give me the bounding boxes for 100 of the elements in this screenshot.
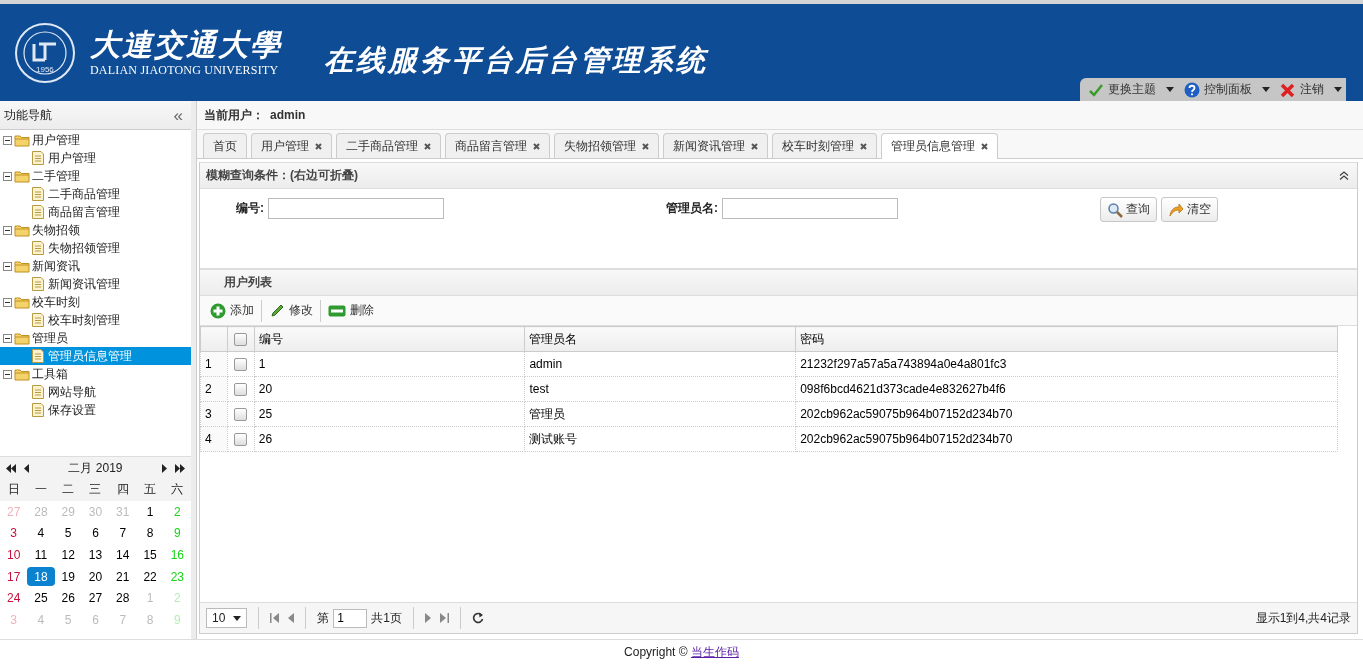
row-checkbox[interactable]	[234, 357, 248, 371]
input-field[interactable]	[268, 198, 444, 219]
calendar-day[interactable]: 5	[54, 522, 82, 545]
collapse-button[interactable]: «	[173, 106, 183, 124]
tree-item[interactable]: 保存设置	[0, 401, 191, 419]
column-header[interactable]: 密码	[795, 326, 1338, 352]
menu-button[interactable]: 注销	[1280, 81, 1342, 98]
table-cell: test	[524, 376, 796, 402]
calendar-day[interactable]: 21	[109, 565, 137, 588]
caret-icon	[1262, 87, 1270, 92]
row-checkbox[interactable]	[234, 432, 248, 446]
query-panel-title: 模糊查询条件：(右边可折叠)	[206, 167, 358, 184]
column-header[interactable]: 编号	[254, 326, 525, 352]
calendar-day[interactable]: 8	[136, 522, 164, 545]
tab[interactable]: 二手商品管理	[336, 133, 441, 158]
clear-button[interactable]: 清空	[1161, 197, 1218, 222]
tree-group[interactable]: 管理员	[0, 329, 191, 347]
table-cell: 202cb962ac59075b964b07152d234b70	[795, 426, 1338, 452]
delete-button[interactable]: 删除	[324, 302, 378, 319]
calendar-day[interactable]: 13	[81, 544, 110, 566]
tree-item[interactable]: 失物招领管理	[0, 239, 191, 257]
footer-link[interactable]: 当生作码	[690, 644, 739, 659]
calendar-day[interactable]: 7	[109, 522, 137, 545]
edit-button[interactable]: 修改	[265, 302, 317, 319]
calendar-day[interactable]: 25	[27, 587, 55, 610]
document-icon	[32, 277, 44, 291]
pagination-summary: 显示1到4,共4记录	[1255, 609, 1351, 627]
calendar-day[interactable]: 10	[0, 544, 28, 566]
tab[interactable]: 新闻资讯管理	[663, 133, 768, 158]
calendar-day[interactable]: 22	[136, 565, 164, 588]
search-icon	[1107, 201, 1123, 218]
select-all-checkbox[interactable]	[234, 332, 248, 346]
page-size-select[interactable]: 10	[206, 608, 248, 628]
tab[interactable]: 管理员信息管理	[881, 133, 998, 159]
collapse-icon	[3, 135, 12, 145]
calendar-day[interactable]: 20	[81, 565, 110, 588]
previous-page-icon[interactable]	[287, 613, 295, 623]
close-icon[interactable]	[424, 142, 431, 150]
calendar-day[interactable]: 3	[0, 522, 28, 545]
row-checkbox[interactable]	[234, 382, 248, 396]
tree-item[interactable]: 网站导航	[0, 383, 191, 401]
close-icon[interactable]	[981, 143, 988, 150]
tree-group[interactable]: 二手管理	[0, 167, 191, 185]
calendar-day[interactable]: 18	[27, 566, 55, 587]
university-name-english: DALIAN JIAOTONG UNIVERSITY	[90, 63, 280, 78]
previous-month-icon[interactable]	[24, 463, 29, 473]
calendar-day[interactable]: 12	[54, 544, 82, 566]
calendar-day[interactable]: 19	[54, 565, 82, 588]
tree-item[interactable]: 商品留言管理	[0, 203, 191, 221]
column-header[interactable]: 管理员名	[524, 326, 796, 352]
calendar-day[interactable]: 24	[0, 587, 28, 610]
table-cell: 21232f297a57a5a743894a0e4a801fc3	[795, 351, 1338, 377]
tree-group[interactable]: 工具箱	[0, 365, 191, 383]
row-checkbox[interactable]	[234, 407, 248, 421]
last-page-icon[interactable]	[440, 613, 450, 623]
tab[interactable]: 商品留言管理	[445, 133, 550, 158]
first-page-icon[interactable]	[270, 613, 280, 623]
folder-icon	[14, 330, 30, 346]
page-number-field[interactable]: 1	[333, 608, 368, 628]
tree-group[interactable]: 失物招领	[0, 221, 191, 239]
close-icon[interactable]	[860, 142, 867, 150]
tree-group[interactable]: 新闻资讯	[0, 257, 191, 275]
tree-item[interactable]: 新闻资讯管理	[0, 275, 191, 293]
close-icon[interactable]	[751, 142, 758, 150]
search-button[interactable]: 查询	[1100, 197, 1157, 222]
calendar-day[interactable]: 1	[136, 500, 164, 523]
tree-item[interactable]: 用户管理	[0, 149, 191, 167]
calendar-day[interactable]: 28	[109, 587, 137, 610]
calendar-day[interactable]: 6	[81, 522, 110, 545]
tab[interactable]: 用户管理	[251, 133, 332, 158]
next-year-icon[interactable]	[175, 463, 185, 473]
tree-group[interactable]: 校车时刻	[0, 293, 191, 311]
calendar-day[interactable]: 27	[81, 587, 110, 610]
add-button[interactable]: 添加	[206, 302, 258, 319]
menu-button[interactable]: 控制面板	[1184, 81, 1270, 98]
curved-arrow-icon	[1168, 201, 1184, 218]
calendar-day[interactable]: 15	[136, 544, 164, 566]
close-icon[interactable]	[642, 142, 649, 150]
calendar-day[interactable]: 4	[27, 522, 55, 545]
close-icon[interactable]	[533, 142, 540, 150]
menu-button[interactable]: 更换主题	[1088, 81, 1174, 98]
tree-group[interactable]: 用户管理	[0, 131, 191, 149]
tree-item[interactable]: 二手商品管理	[0, 185, 191, 203]
collapse-icon[interactable]	[1339, 171, 1349, 180]
calendar-day[interactable]: 17	[0, 565, 28, 588]
list-panel-title: 用户列表	[224, 274, 272, 291]
next-page-icon[interactable]	[425, 613, 433, 623]
calendar-day[interactable]: 11	[27, 544, 55, 566]
tab[interactable]: 失物招领管理	[554, 133, 659, 158]
tree-item[interactable]: 校车时刻管理	[0, 311, 191, 329]
previous-year-icon[interactable]	[6, 463, 16, 473]
tab[interactable]: 首页	[203, 133, 247, 158]
input-field[interactable]	[722, 198, 898, 219]
collapse-icon	[3, 261, 12, 271]
tab[interactable]: 校车时刻管理	[772, 133, 877, 158]
next-month-icon[interactable]	[162, 463, 167, 473]
calendar-day[interactable]: 14	[109, 544, 137, 566]
close-icon[interactable]	[315, 142, 322, 150]
refresh-icon[interactable]	[472, 612, 485, 624]
calendar-day[interactable]: 26	[54, 587, 82, 610]
